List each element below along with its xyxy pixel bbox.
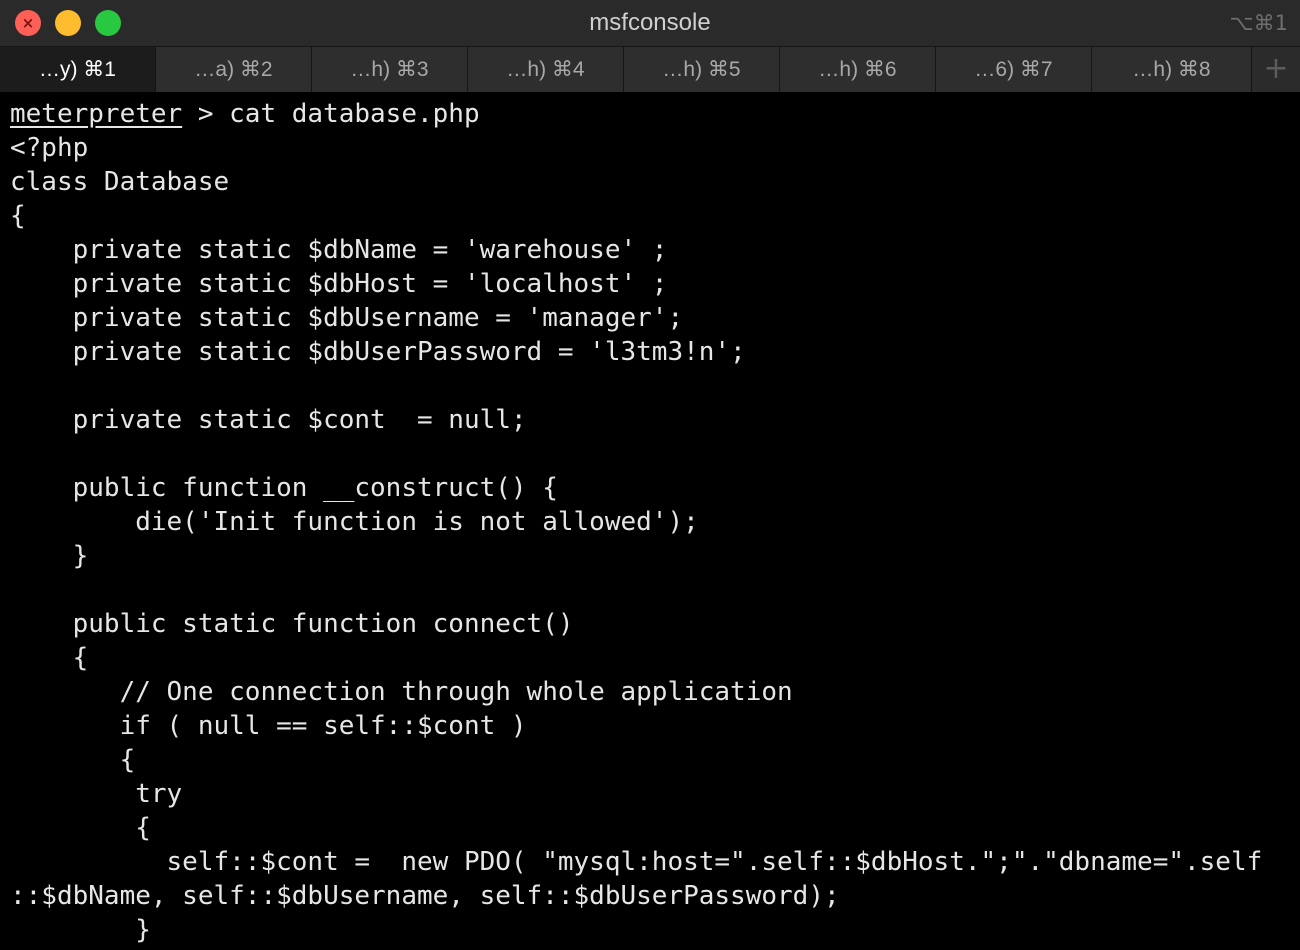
output-line: public static function connect() [10, 609, 574, 639]
new-tab-button[interactable]: + [1252, 47, 1300, 92]
terminal-window: × msfconsole ⌥⌘1 …y) ⌘1 …a) ⌘2 …h) ⌘3 …h… [0, 0, 1300, 950]
tab-bar: …y) ⌘1 …a) ⌘2 …h) ⌘3 …h) ⌘4 …h) ⌘5 …h) ⌘… [0, 46, 1300, 92]
tab-3[interactable]: …h) ⌘3 [312, 47, 468, 92]
tab-7[interactable]: …6) ⌘7 [936, 47, 1092, 92]
output-line: public function __construct() { [10, 473, 558, 503]
output-line: } [10, 915, 151, 945]
prompt-line: meterpreter > cat database.php [10, 97, 1300, 131]
output-line: { [10, 201, 26, 231]
prompt-name: meterpreter [10, 99, 183, 129]
output-line: { [10, 813, 151, 843]
title-bar[interactable]: × msfconsole ⌥⌘1 [0, 0, 1300, 46]
tab-6[interactable]: …h) ⌘6 [780, 47, 936, 92]
output-line: { [10, 643, 89, 673]
window-shortcut: ⌥⌘1 [1229, 11, 1288, 35]
output-line: } [10, 541, 89, 571]
output-line: if ( null == self::$cont ) [10, 711, 527, 741]
tab-2[interactable]: …a) ⌘2 [156, 47, 312, 92]
output-line: private static $dbUsername = 'manager'; [10, 303, 684, 333]
output-line: ::$dbName, self::$dbUsername, self::$dbU… [10, 881, 840, 911]
output-line: private static $dbUserPassword = 'l3tm3!… [10, 337, 746, 367]
output-line: private static $cont = null; [10, 405, 527, 435]
output-line: self::$cont = new PDO( "mysql:host=".sel… [10, 847, 1263, 877]
output-line: try [10, 779, 183, 809]
output-line: { [10, 745, 136, 775]
command-text: > cat database.php [182, 99, 480, 129]
output-line: <?php [10, 133, 89, 163]
tab-5[interactable]: …h) ⌘5 [624, 47, 780, 92]
tab-4[interactable]: …h) ⌘4 [468, 47, 624, 92]
terminal-output[interactable]: meterpreter > cat database.php <?php cla… [10, 97, 1300, 950]
tab-8[interactable]: …h) ⌘8 [1092, 47, 1252, 92]
window-title: msfconsole [589, 9, 711, 36]
output-line: class Database [10, 167, 230, 197]
tab-1[interactable]: …y) ⌘1 [0, 47, 156, 92]
output-line: // One connection through whole applicat… [10, 677, 793, 707]
output-line: private static $dbName = 'warehouse' ; [10, 235, 668, 265]
output-line: private static $dbHost = 'localhost' ; [10, 269, 668, 299]
output-line: die('Init function is not allowed'); [10, 507, 699, 537]
